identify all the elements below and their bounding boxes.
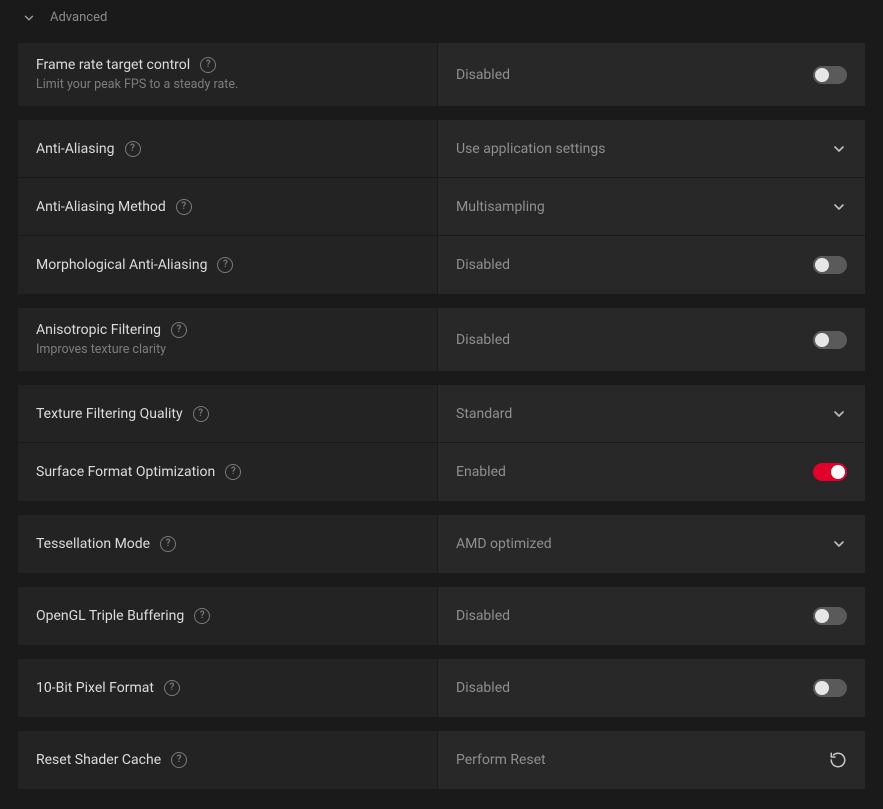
reset-icon — [829, 751, 847, 769]
help-icon[interactable]: ? — [171, 322, 187, 338]
setting-label: Anisotropic Filtering — [36, 322, 161, 338]
row-tex-quality: Texture Filtering Quality ? Standard — [18, 385, 865, 443]
row-label-cell: Frame rate target control ? Limit your p… — [18, 43, 438, 106]
surface-opt-toggle[interactable] — [813, 463, 847, 481]
row-value-cell: Disabled — [438, 236, 865, 294]
row-label-cell: Anisotropic Filtering ? Improves texture… — [18, 308, 438, 371]
setting-value: Disabled — [456, 608, 510, 624]
setting-value: Multisampling — [456, 199, 545, 215]
setting-label: Frame rate target control — [36, 57, 190, 73]
shader-reset-button[interactable]: Perform Reset — [438, 731, 865, 789]
row-value-cell: Disabled — [438, 43, 865, 106]
row-label-cell: 10-Bit Pixel Format ? — [18, 659, 438, 717]
help-icon[interactable]: ? — [125, 141, 141, 157]
row-label-cell: Anti-Aliasing ? — [18, 120, 438, 177]
frame-rate-toggle[interactable] — [813, 66, 847, 84]
morph-aa-toggle[interactable] — [813, 256, 847, 274]
tessellation-dropdown[interactable]: AMD optimized — [438, 515, 865, 573]
help-icon[interactable]: ? — [160, 536, 176, 552]
help-icon[interactable]: ? — [200, 57, 216, 73]
help-icon[interactable]: ? — [164, 680, 180, 696]
row-anisotropic: Anisotropic Filtering ? Improves texture… — [18, 308, 865, 371]
row-anti-aliasing: Anti-Aliasing ? Use application settings — [18, 120, 865, 178]
setting-value: Disabled — [456, 67, 510, 83]
help-icon[interactable]: ? — [171, 752, 187, 768]
setting-description: Limit your peak FPS to a steady rate. — [36, 77, 419, 92]
row-label-cell: Anti-Aliasing Method ? — [18, 178, 438, 235]
triple-buffering-toggle[interactable] — [813, 607, 847, 625]
tenbit-toggle[interactable] — [813, 679, 847, 697]
help-icon[interactable]: ? — [193, 406, 209, 422]
setting-description: Improves texture clarity — [36, 342, 419, 357]
help-icon[interactable]: ? — [217, 257, 233, 273]
advanced-section-header[interactable]: Advanced — [0, 0, 883, 35]
row-frame-rate-target: Frame rate target control ? Limit your p… — [18, 43, 865, 106]
help-icon[interactable]: ? — [176, 199, 192, 215]
setting-label: Tessellation Mode — [36, 536, 150, 552]
setting-value: AMD optimized — [456, 536, 552, 552]
setting-value: Disabled — [456, 680, 510, 696]
row-value-cell: Disabled — [438, 587, 865, 645]
row-value-cell: Disabled — [438, 308, 865, 371]
setting-label: Anti-Aliasing — [36, 141, 115, 157]
setting-value: Enabled — [456, 464, 506, 480]
help-icon[interactable]: ? — [194, 608, 210, 624]
aa-method-dropdown[interactable]: Multisampling — [438, 178, 865, 235]
setting-value: Perform Reset — [456, 752, 546, 768]
row-value-cell: Enabled — [438, 443, 865, 501]
chevron-down-icon — [22, 11, 36, 25]
tex-quality-dropdown[interactable]: Standard — [438, 385, 865, 442]
row-aa-method: Anti-Aliasing Method ? Multisampling — [18, 178, 865, 236]
row-label-cell: Reset Shader Cache ? — [18, 731, 438, 789]
setting-label: Morphological Anti-Aliasing — [36, 257, 207, 273]
row-label-cell: Morphological Anti-Aliasing ? — [18, 236, 438, 294]
anisotropic-toggle[interactable] — [813, 331, 847, 349]
section-title: Advanced — [50, 10, 107, 25]
setting-value: Disabled — [456, 332, 510, 348]
row-morph-aa: Morphological Anti-Aliasing ? Disabled — [18, 236, 865, 294]
row-value-cell: Disabled — [438, 659, 865, 717]
chevron-down-icon — [831, 536, 847, 552]
setting-label: OpenGL Triple Buffering — [36, 608, 184, 624]
setting-label: Reset Shader Cache — [36, 752, 161, 768]
chevron-down-icon — [831, 406, 847, 422]
setting-label: Texture Filtering Quality — [36, 406, 183, 422]
row-10bit: 10-Bit Pixel Format ? Disabled — [18, 659, 865, 717]
setting-label: Surface Format Optimization — [36, 464, 215, 480]
chevron-down-icon — [831, 141, 847, 157]
anti-aliasing-dropdown[interactable]: Use application settings — [438, 120, 865, 177]
row-shader-cache: Reset Shader Cache ? Perform Reset — [18, 731, 865, 789]
row-tessellation: Tessellation Mode ? AMD optimized — [18, 515, 865, 573]
help-icon[interactable]: ? — [225, 464, 241, 480]
row-label-cell: Tessellation Mode ? — [18, 515, 438, 573]
row-label-cell: OpenGL Triple Buffering ? — [18, 587, 438, 645]
setting-value: Disabled — [456, 257, 510, 273]
chevron-down-icon — [831, 199, 847, 215]
setting-label: 10-Bit Pixel Format — [36, 680, 154, 696]
setting-value: Standard — [456, 406, 512, 422]
row-surface-opt: Surface Format Optimization ? Enabled — [18, 443, 865, 501]
row-label-cell: Texture Filtering Quality ? — [18, 385, 438, 442]
row-triple-buffering: OpenGL Triple Buffering ? Disabled — [18, 587, 865, 645]
setting-label: Anti-Aliasing Method — [36, 199, 166, 215]
setting-value: Use application settings — [456, 141, 606, 157]
row-label-cell: Surface Format Optimization ? — [18, 443, 438, 501]
